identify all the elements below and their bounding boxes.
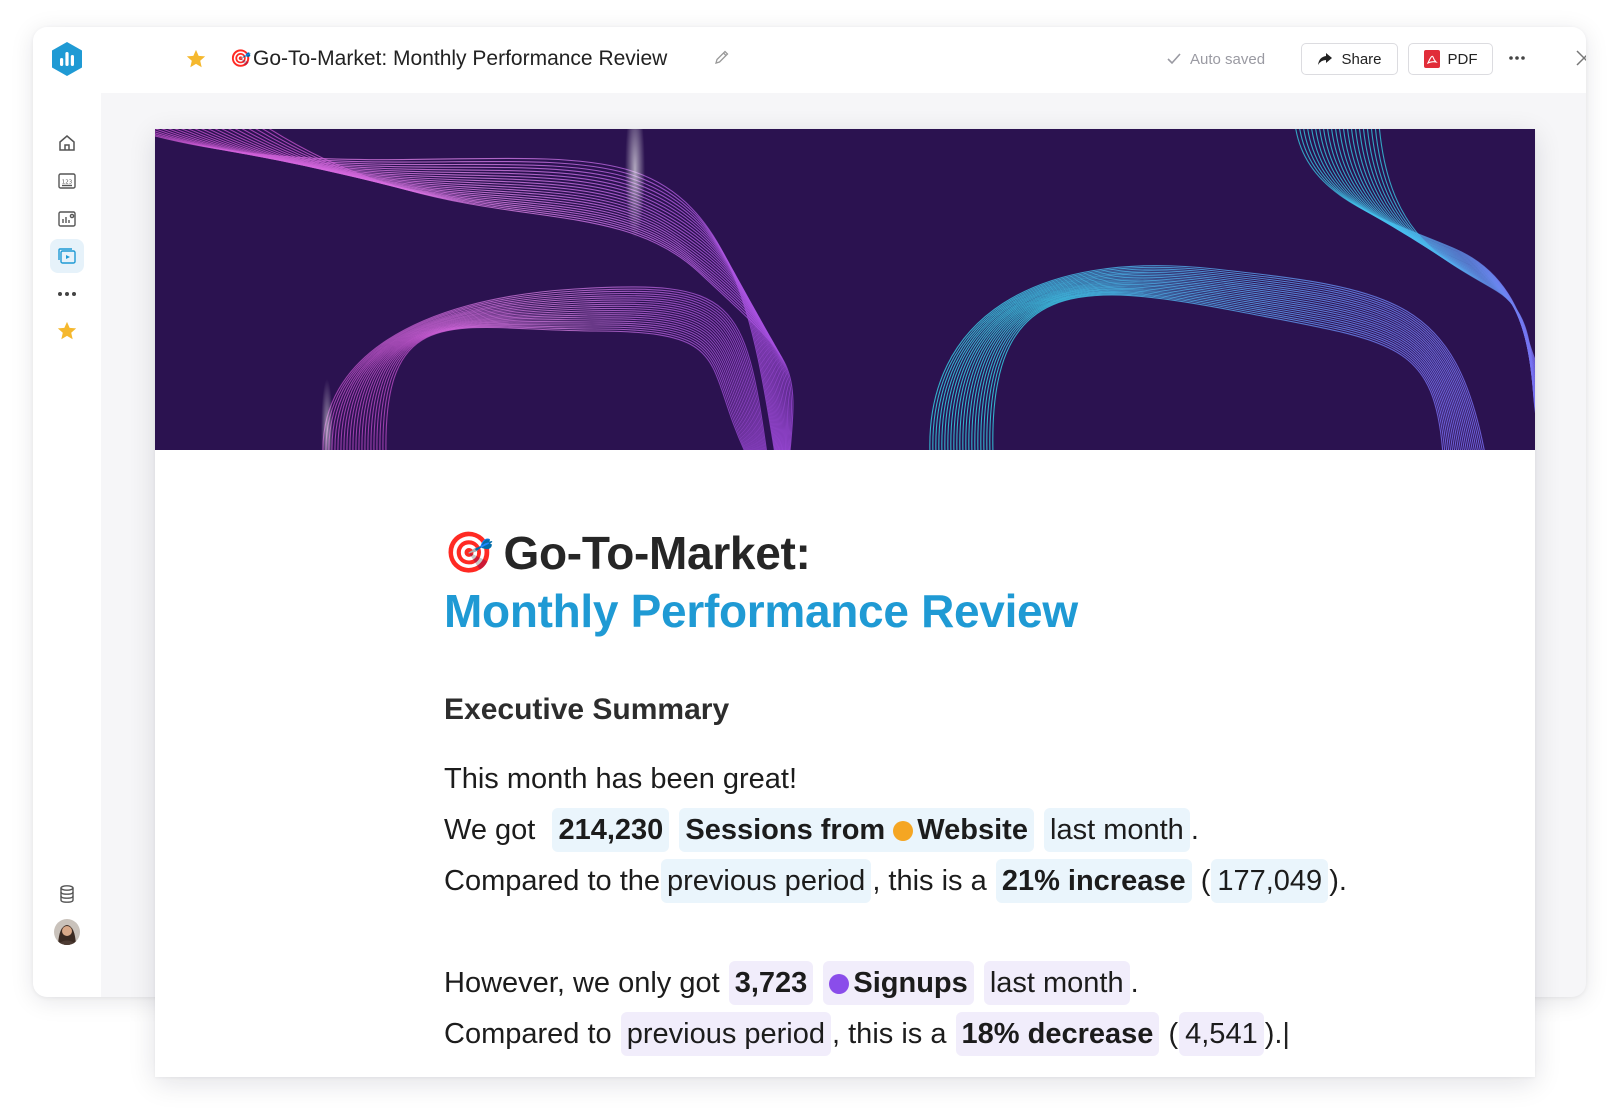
app-logo-icon[interactable]: [50, 41, 84, 77]
dashboards-icon[interactable]: [50, 202, 84, 236]
report-document: 🎯 Go-To-Market: Monthly Performance Revi…: [155, 129, 1535, 1077]
text-caret: |: [1282, 1018, 1290, 1050]
website-source-icon: [893, 821, 914, 841]
hero-banner-image: [155, 129, 1535, 450]
sidebar: 123: [33, 27, 101, 997]
more-icon[interactable]: [50, 277, 84, 311]
paragraph-1: This month has been great!: [444, 763, 798, 795]
doc-title[interactable]: Go-To-Market: Monthly Performance Review: [253, 45, 667, 73]
paragraph-sessions: We got 214,230 Sessions from Website las…: [444, 805, 1504, 856]
text-prefix: Compared to the: [444, 865, 661, 897]
autosave-status: Auto saved: [1166, 47, 1265, 71]
share-label: Share: [1341, 50, 1382, 68]
text-suffix: .: [1190, 814, 1199, 846]
comparison-period-pill[interactable]: previous period: [661, 859, 872, 903]
metric-value-pill[interactable]: 214,230: [552, 808, 670, 852]
close-icon[interactable]: [1575, 49, 1586, 72]
date-range-pill[interactable]: last month: [1044, 808, 1190, 852]
target-emoji-icon: 🎯: [444, 531, 494, 575]
top-bar: 🎯 Go-To-Market: Monthly Performance Revi…: [101, 27, 1586, 93]
text-middle: , this is a: [872, 865, 987, 897]
change-pill[interactable]: 18% decrease: [955, 1012, 1160, 1056]
source-name: Website: [917, 814, 1028, 846]
comparison-period-pill[interactable]: previous period: [620, 1012, 832, 1056]
signups-source-icon: [829, 974, 850, 994]
pdf-icon: [1423, 50, 1440, 68]
metrics-icon[interactable]: 123: [50, 164, 84, 198]
home-icon[interactable]: [50, 126, 84, 160]
favorites-star-icon[interactable]: [50, 314, 84, 348]
svg-text:123: 123: [62, 180, 73, 186]
title-line-2: Monthly Performance Review: [444, 585, 1078, 637]
metric-name: Sessions from: [685, 814, 886, 846]
text-prefix: We got: [444, 814, 536, 846]
previous-value-pill[interactable]: 4,541: [1179, 1012, 1264, 1056]
metric-value-pill[interactable]: 3,723: [728, 961, 814, 1005]
previous-value-pill[interactable]: 177,049: [1211, 859, 1329, 903]
metric-name-pill[interactable]: Signups: [823, 961, 974, 1005]
autosave-label: Auto saved: [1190, 50, 1266, 68]
document-body: 🎯 Go-To-Market: Monthly Performance Revi…: [444, 524, 1504, 1060]
share-arrow-icon: [1318, 53, 1333, 65]
text-middle: , this is a: [832, 1018, 947, 1050]
document-title: 🎯 Go-To-Market: Monthly Performance Revi…: [444, 524, 1504, 640]
change-pill[interactable]: 21% increase: [995, 859, 1192, 903]
paren-open: (: [1168, 1018, 1179, 1050]
paragraph-sessions-comparison: Compared to the previous period, this is …: [444, 856, 1504, 907]
metric-name: Signups: [853, 967, 968, 999]
paren-open: (: [1200, 865, 1211, 897]
paren-close: ).: [1329, 865, 1347, 897]
text-prefix: However, we only got: [444, 967, 720, 999]
doc-emoji-icon: 🎯: [230, 49, 252, 68]
paren-close: ).: [1264, 1018, 1283, 1050]
text-prefix: Compared to: [444, 1018, 612, 1050]
metric-name-pill[interactable]: Sessions from Website: [679, 808, 1034, 852]
avatar[interactable]: [50, 915, 84, 949]
check-icon: [1167, 53, 1181, 65]
edit-title-pencil-icon[interactable]: [714, 49, 730, 70]
paragraph-signups-comparison: Compared to previous period, this is a 1…: [444, 1009, 1504, 1060]
share-button[interactable]: Share: [1301, 43, 1398, 75]
paragraph-signups: However, we only got 3,723 Signups last …: [444, 958, 1504, 1009]
pdf-export-button[interactable]: PDF: [1408, 43, 1493, 75]
text-suffix: .: [1130, 967, 1139, 999]
data-stack-icon[interactable]: [50, 877, 84, 911]
title-line-1: Go-To-Market:: [503, 527, 811, 579]
date-range-pill[interactable]: last month: [983, 961, 1130, 1005]
favorite-star-icon[interactable]: [185, 48, 207, 75]
section-heading: Executive Summary: [444, 693, 730, 726]
reports-icon[interactable]: [50, 239, 84, 273]
more-options-icon[interactable]: [1508, 47, 1526, 74]
pdf-label: PDF: [1447, 50, 1478, 68]
